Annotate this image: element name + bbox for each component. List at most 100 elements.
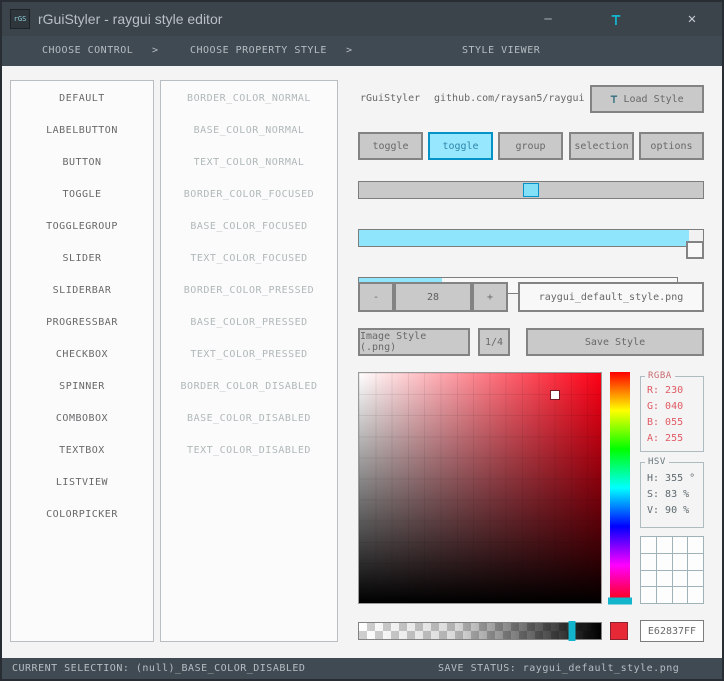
palette-cell[interactable] xyxy=(672,570,689,588)
style-tool-button[interactable]: ⊤ xyxy=(600,2,632,36)
style-tool-icon: ⊤ xyxy=(611,9,621,29)
toggle-button-0[interactable]: toggle xyxy=(358,132,423,160)
control-item-default[interactable]: DEFAULT xyxy=(11,83,153,115)
control-item-combobox[interactable]: COMBOBOX xyxy=(11,403,153,435)
color-cursor[interactable] xyxy=(551,390,560,399)
toggle-button-3[interactable]: selection xyxy=(569,132,634,160)
rgba-g-value: G: 040 xyxy=(647,401,684,412)
image-style-button[interactable]: Image Style (.png) xyxy=(358,328,470,356)
control-item-progressbar[interactable]: PROGRESSBAR xyxy=(11,307,153,339)
control-item-textbox[interactable]: TEXTBOX xyxy=(11,435,153,467)
statusbar: CURRENT SELECTION: (null)_BASE_COLOR_DIS… xyxy=(2,658,722,679)
toggle-button-2[interactable]: group xyxy=(498,132,563,160)
filename-textbox[interactable] xyxy=(518,282,704,312)
color-saturation-value-panel[interactable] xyxy=(358,372,602,604)
property-item-border-color-normal[interactable]: BORDER_COLOR_NORMAL xyxy=(161,83,337,115)
alpha-marker[interactable] xyxy=(568,621,576,641)
hsv-v-value: V: 90 % xyxy=(647,505,690,516)
spinner-increment-button[interactable]: + xyxy=(472,282,508,312)
property-item-base-color-pressed[interactable]: BASE_COLOR_PRESSED xyxy=(161,307,337,339)
palette-cell[interactable] xyxy=(656,537,673,554)
palette-cell[interactable] xyxy=(688,570,704,588)
palette-cell[interactable] xyxy=(672,587,689,604)
titlebar: rGS rGuiStyler - raygui style editor ─ ⊤… xyxy=(2,2,722,36)
app-icon-text: rGS xyxy=(13,15,27,23)
palette-cell[interactable] xyxy=(688,587,704,604)
hsv-h-value: H: 355 ° xyxy=(647,473,696,484)
property-item-border-color-focused[interactable]: BORDER_COLOR_FOCUSED xyxy=(161,179,337,211)
toggle-button-1-active[interactable]: toggle xyxy=(428,132,493,160)
control-item-toggle[interactable]: TOGGLE xyxy=(11,179,153,211)
rgba-r-value: R: 230 xyxy=(647,385,684,396)
repo-label: github.com/raysan5/raygui xyxy=(434,93,585,104)
property-item-base-color-normal[interactable]: BASE_COLOR_NORMAL xyxy=(161,115,337,147)
rgba-groupbox: RGBA R: 230 G: 040 B: 055 A: 255 xyxy=(640,371,704,452)
rgba-title: RGBA xyxy=(645,371,675,381)
hue-bar[interactable] xyxy=(608,372,632,605)
app-icon: rGS xyxy=(10,9,30,29)
rgba-b-value: B: 055 xyxy=(647,417,684,428)
control-item-spinner[interactable]: SPINNER xyxy=(11,371,153,403)
hsv-groupbox: HSV H: 355 ° S: 83 % V: 90 % xyxy=(640,457,704,528)
slider[interactable] xyxy=(358,181,704,199)
property-item-base-color-focused[interactable]: BASE_COLOR_FOCUSED xyxy=(161,211,337,243)
sliderbar-fill xyxy=(359,230,690,246)
control-item-listview[interactable]: LISTVIEW xyxy=(11,467,153,499)
hue-marker[interactable] xyxy=(608,597,632,605)
window-title: rGuiStyler - raygui style editor xyxy=(38,11,223,27)
breadcrumb-choose-control: CHOOSE CONTROL xyxy=(42,45,134,56)
app-name-label: rGuiStyler xyxy=(360,93,421,104)
style-viewer: rGuiStyler github.com/raysan5/raygui ⊤ L… xyxy=(358,66,718,658)
breadcrumb: CHOOSE CONTROL > CHOOSE PROPERTY STYLE >… xyxy=(2,36,722,66)
minimize-button[interactable]: ─ xyxy=(532,2,564,36)
save-style-button[interactable]: Save Style xyxy=(526,328,704,356)
property-item-border-color-disabled[interactable]: BORDER_COLOR_DISABLED xyxy=(161,371,337,403)
status-current-selection: CURRENT SELECTION: (null)_BASE_COLOR_DIS… xyxy=(12,663,306,674)
property-item-text-color-disabled[interactable]: TEXT_COLOR_DISABLED xyxy=(161,435,337,467)
palette-cell[interactable] xyxy=(672,553,689,571)
control-item-checkbox[interactable]: CHECKBOX xyxy=(11,339,153,371)
load-style-icon: ⊤ xyxy=(610,92,618,106)
control-item-slider[interactable]: SLIDER xyxy=(11,243,153,275)
palette-cell[interactable] xyxy=(641,570,657,588)
palette-cell[interactable] xyxy=(688,553,704,571)
spinner-decrement-button[interactable]: - xyxy=(358,282,394,312)
chevron-separator-icon: > xyxy=(346,45,353,56)
close-button[interactable]: ✕ xyxy=(670,2,714,36)
control-item-colorpicker[interactable]: COLORPICKER xyxy=(11,499,153,531)
scale-button[interactable]: 1/4 xyxy=(478,328,510,356)
palette-grid xyxy=(640,536,704,604)
control-item-sliderbar[interactable]: SLIDERBAR xyxy=(11,275,153,307)
palette-cell[interactable] xyxy=(641,587,657,604)
spinner-value[interactable]: 28 xyxy=(394,282,472,312)
palette-cell[interactable] xyxy=(672,537,689,554)
control-item-togglegroup[interactable]: TOGGLEGROUP xyxy=(11,211,153,243)
property-item-base-color-disabled[interactable]: BASE_COLOR_DISABLED xyxy=(161,403,337,435)
toggle-button-4[interactable]: options xyxy=(639,132,704,160)
load-style-label: Load Style xyxy=(623,93,684,105)
palette-cell[interactable] xyxy=(688,537,704,554)
palette-cell[interactable] xyxy=(641,537,657,554)
app-window: rGS rGuiStyler - raygui style editor ─ ⊤… xyxy=(0,0,724,681)
control-item-button[interactable]: BUTTON xyxy=(11,147,153,179)
hsv-title: HSV xyxy=(645,457,669,467)
breadcrumb-choose-property-style: CHOOSE PROPERTY STYLE xyxy=(190,45,327,56)
hex-value-box[interactable]: E62837FF xyxy=(640,620,704,642)
properties-list: BORDER_COLOR_NORMAL BASE_COLOR_NORMAL TE… xyxy=(160,80,338,642)
alpha-bar[interactable] xyxy=(358,621,602,641)
slider-handle[interactable] xyxy=(523,183,539,197)
control-item-labelbutton[interactable]: LABELBUTTON xyxy=(11,115,153,147)
property-item-text-color-focused[interactable]: TEXT_COLOR_FOCUSED xyxy=(161,243,337,275)
load-style-button[interactable]: ⊤ Load Style xyxy=(590,85,704,113)
minimize-icon: ─ xyxy=(544,12,552,26)
palette-cell[interactable] xyxy=(656,570,673,588)
sliderbar[interactable] xyxy=(358,229,704,247)
property-item-text-color-normal[interactable]: TEXT_COLOR_NORMAL xyxy=(161,147,337,179)
property-item-text-color-pressed[interactable]: TEXT_COLOR_PRESSED xyxy=(161,339,337,371)
property-item-border-color-pressed[interactable]: BORDER_COLOR_PRESSED xyxy=(161,275,337,307)
palette-cell[interactable] xyxy=(641,553,657,571)
palette-cell[interactable] xyxy=(656,553,673,571)
palette-cell[interactable] xyxy=(656,587,673,604)
status-save-status: SAVE STATUS: raygui_default_style.png xyxy=(438,663,680,674)
progress-checkbox[interactable] xyxy=(686,241,704,259)
